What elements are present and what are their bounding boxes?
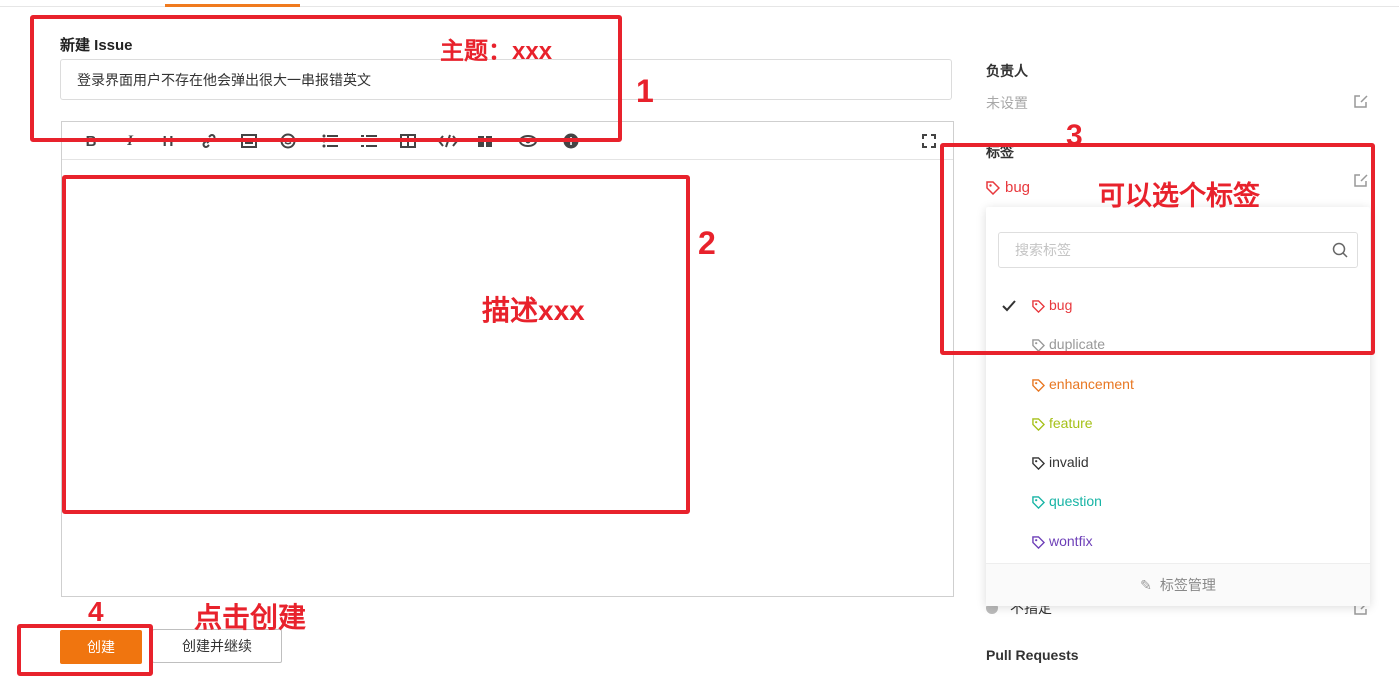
label-option-text: invalid — [1049, 454, 1089, 470]
label-option-text: wontfix — [1049, 533, 1093, 549]
tag-icon — [1032, 496, 1046, 514]
annotation-number-3: 3 — [1066, 119, 1083, 152]
label-option-text: question — [1049, 493, 1102, 509]
annotation-box-4 — [17, 624, 153, 676]
label-option-question[interactable]: question — [986, 489, 1370, 517]
annotation-box-2 — [62, 175, 690, 514]
manage-labels-text: 标签管理 — [1159, 577, 1216, 593]
annotation-label-note: 可以选个标签 — [1098, 181, 1260, 211]
annotation-desc-note: 描述xxx — [482, 295, 585, 326]
tag-icon — [1032, 418, 1046, 436]
tag-icon — [1032, 379, 1046, 397]
fullscreen-icon[interactable] — [920, 132, 938, 150]
manage-labels-button[interactable]: ✎ 标签管理 — [986, 563, 1370, 606]
label-option-text: enhancement — [1049, 376, 1134, 392]
tag-icon — [1032, 536, 1046, 554]
tag-icon — [1032, 457, 1046, 475]
annotation-click-note: 点击创建 — [194, 602, 307, 633]
annotation-number-4: 4 — [88, 596, 104, 627]
pull-requests-heading: Pull Requests — [986, 647, 1079, 663]
edit-assignee-icon[interactable] — [1353, 93, 1369, 114]
annotation-number-1: 1 — [636, 73, 654, 109]
assignee-value: 未设置 — [986, 95, 1028, 111]
label-option-feature[interactable]: feature — [986, 411, 1370, 439]
label-option-invalid[interactable]: invalid — [986, 450, 1370, 478]
active-tab-indicator — [165, 4, 300, 7]
annotation-subject-note: 主题：xxx — [440, 38, 553, 65]
pencil-icon: ✎ — [1140, 577, 1152, 593]
label-option-enhancement[interactable]: enhancement — [986, 372, 1370, 400]
assignee-heading: 负责人 — [986, 63, 1028, 79]
label-option-text: feature — [1049, 415, 1093, 431]
annotation-number-2: 2 — [698, 225, 716, 261]
label-option-wontfix[interactable]: wontfix — [986, 529, 1370, 557]
